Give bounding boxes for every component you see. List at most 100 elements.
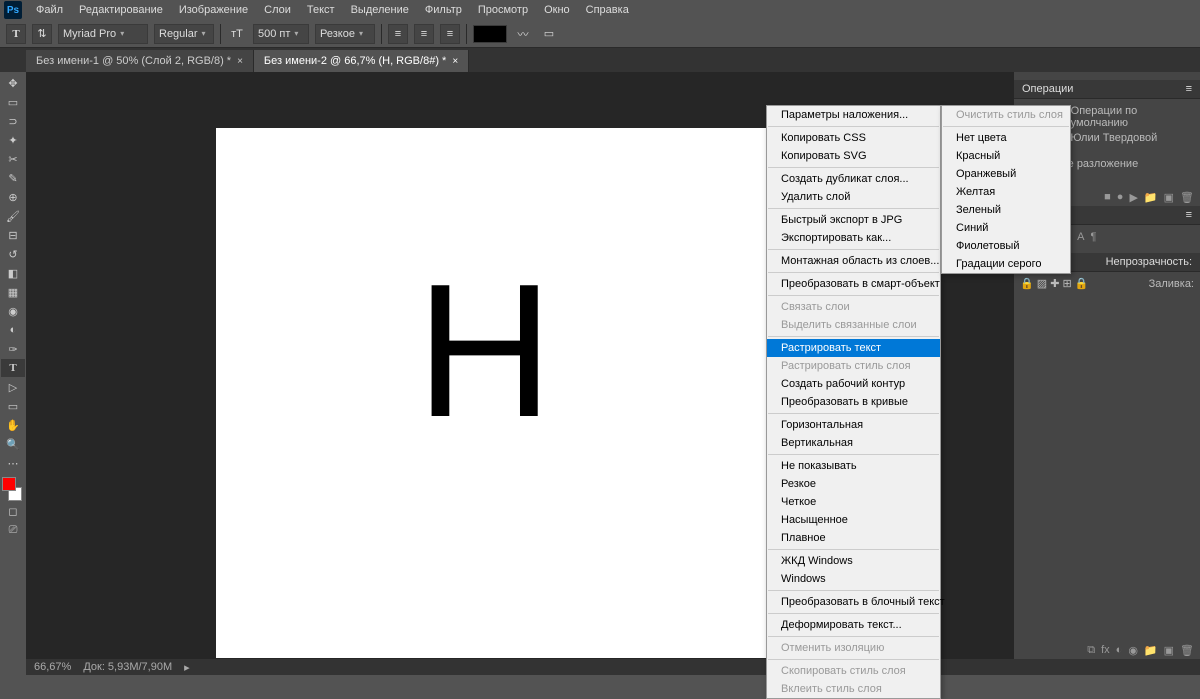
- close-tab-icon[interactable]: ×: [452, 56, 458, 67]
- menu-слои[interactable]: Слои: [256, 2, 299, 18]
- menu-редактирование[interactable]: Редактирование: [71, 2, 171, 18]
- context-menu-item[interactable]: Красный: [942, 147, 1070, 165]
- menu-файл[interactable]: Файл: [28, 2, 71, 18]
- context-menu-item[interactable]: Фиолетовый: [942, 237, 1070, 255]
- delete-icon[interactable]: 🗑: [1180, 644, 1194, 657]
- type-tool[interactable]: T: [1, 359, 25, 377]
- close-tab-icon[interactable]: ×: [237, 56, 243, 67]
- dodge-tool[interactable]: ◐: [1, 321, 25, 339]
- stop-icon[interactable]: ■: [1104, 191, 1111, 204]
- context-menu-item[interactable]: Деформировать текст...: [767, 616, 940, 634]
- eraser-tool[interactable]: ◧: [1, 264, 25, 282]
- context-menu-item[interactable]: Насыщенное: [767, 511, 940, 529]
- align-left-button[interactable]: ≡: [388, 24, 408, 44]
- new-layer-icon[interactable]: ▣: [1164, 644, 1174, 657]
- lasso-tool[interactable]: ⊃: [1, 112, 25, 130]
- document-canvas[interactable]: H: [216, 128, 786, 658]
- character-panel-icon[interactable]: ▭: [539, 24, 559, 44]
- zoom-level[interactable]: 66,67%: [34, 661, 71, 673]
- context-menu-item[interactable]: Удалить слой: [767, 188, 940, 206]
- stamp-tool[interactable]: ⊟: [1, 226, 25, 244]
- context-menu-item[interactable]: Градации серого: [942, 255, 1070, 273]
- context-menu-item[interactable]: Растрировать текст: [767, 339, 940, 357]
- menu-выделение[interactable]: Выделение: [343, 2, 417, 18]
- menu-окно[interactable]: Окно: [536, 2, 578, 18]
- quickmask-icon[interactable]: ◻: [1, 502, 25, 520]
- move-tool[interactable]: ✥: [1, 74, 25, 92]
- crop-tool[interactable]: ✂: [1, 150, 25, 168]
- context-menu-item[interactable]: Монтажная область из слоев...: [767, 252, 940, 270]
- foreground-color[interactable]: [2, 477, 16, 491]
- zoom-tool[interactable]: 🔍: [1, 435, 25, 453]
- new-icon[interactable]: ▣: [1164, 191, 1174, 204]
- menu-текст[interactable]: Текст: [299, 2, 343, 18]
- context-menu-item[interactable]: Плавное: [767, 529, 940, 547]
- gradient-tool[interactable]: ▦: [1, 283, 25, 301]
- path-select-tool[interactable]: ▷: [1, 378, 25, 396]
- actions-panel-tab[interactable]: Операции≡: [1014, 80, 1200, 99]
- fx-icon[interactable]: fx: [1101, 644, 1110, 657]
- warp-text-icon[interactable]: 〰: [513, 24, 533, 44]
- context-menu-item[interactable]: Экспортировать как...: [767, 229, 940, 247]
- context-menu-item[interactable]: Преобразовать в блочный текст: [767, 593, 940, 611]
- context-menu-item[interactable]: Вертикальная: [767, 434, 940, 452]
- context-menu-item[interactable]: Создать рабочий контур: [767, 375, 940, 393]
- mask-icon[interactable]: ◐: [1116, 644, 1123, 657]
- hand-tool[interactable]: ✋: [1, 416, 25, 434]
- eyedropper-tool[interactable]: ✎: [1, 169, 25, 187]
- play-icon[interactable]: ▶: [1129, 191, 1137, 204]
- context-menu-item[interactable]: Четкое: [767, 493, 940, 511]
- menu-просмотр[interactable]: Просмотр: [470, 2, 536, 18]
- history-brush-tool[interactable]: ↺: [1, 245, 25, 263]
- trash-icon[interactable]: 🗑: [1180, 191, 1194, 204]
- context-menu-item[interactable]: Быстрый экспорт в JPG: [767, 211, 940, 229]
- screenmode-icon[interactable]: ⎚: [1, 521, 25, 539]
- link-icon[interactable]: ⧉: [1087, 644, 1095, 657]
- text-layer-content[interactable]: H: [416, 256, 553, 446]
- context-menu-item[interactable]: Создать дубликат слоя...: [767, 170, 940, 188]
- context-menu-item[interactable]: Зеленый: [942, 201, 1070, 219]
- context-menu-item[interactable]: Преобразовать в смарт-объект: [767, 275, 940, 293]
- heal-tool[interactable]: ⊕: [1, 188, 25, 206]
- font-style-dropdown[interactable]: Regular▾: [154, 24, 214, 44]
- antialias-dropdown[interactable]: Резкое▾: [315, 24, 375, 44]
- font-family-dropdown[interactable]: Myriad Pro▾: [58, 24, 148, 44]
- color-swatches[interactable]: [0, 477, 24, 501]
- brush-tool[interactable]: 🖌: [1, 207, 25, 225]
- align-center-button[interactable]: ≡: [414, 24, 434, 44]
- menu-фильтр[interactable]: Фильтр: [417, 2, 470, 18]
- adjustment-icon[interactable]: ◉: [1128, 644, 1138, 657]
- context-menu-item[interactable]: Преобразовать в кривые: [767, 393, 940, 411]
- text-orientation-icon[interactable]: ⇅: [32, 24, 52, 44]
- document-tab-bar: Без имени-1 @ 50% (Слой 2, RGB/8) *×Без …: [0, 48, 1200, 72]
- context-menu-item[interactable]: Не показывать: [767, 457, 940, 475]
- context-menu-item[interactable]: Параметры наложения...: [767, 106, 940, 124]
- group-icon[interactable]: 📁: [1144, 644, 1158, 657]
- record-icon[interactable]: ●: [1117, 191, 1124, 204]
- context-menu-item[interactable]: Синий: [942, 219, 1070, 237]
- edit-toolbar[interactable]: ⋯: [1, 454, 25, 472]
- pen-tool[interactable]: ✑: [1, 340, 25, 358]
- menu-справка[interactable]: Справка: [578, 2, 637, 18]
- align-right-button[interactable]: ≡: [440, 24, 460, 44]
- text-color-swatch[interactable]: [473, 25, 507, 43]
- type-tool-icon: T: [6, 24, 26, 44]
- context-menu-item[interactable]: Горизонтальная: [767, 416, 940, 434]
- context-menu-item[interactable]: Копировать SVG: [767, 147, 940, 165]
- blur-tool[interactable]: ◉: [1, 302, 25, 320]
- context-menu-item[interactable]: ЖКД Windows: [767, 552, 940, 570]
- context-menu-item[interactable]: Нет цвета: [942, 129, 1070, 147]
- context-menu-item[interactable]: Желтая: [942, 183, 1070, 201]
- shape-tool[interactable]: ▭: [1, 397, 25, 415]
- context-menu-item[interactable]: Резкое: [767, 475, 940, 493]
- menu-изображение[interactable]: Изображение: [171, 2, 256, 18]
- wand-tool[interactable]: ✦: [1, 131, 25, 149]
- document-tab[interactable]: Без имени-1 @ 50% (Слой 2, RGB/8) *×: [26, 50, 254, 72]
- font-size-dropdown[interactable]: 500 пт▾: [253, 24, 309, 44]
- document-tab[interactable]: Без имени-2 @ 66,7% (H, RGB/8#) *×: [254, 50, 469, 72]
- context-menu-item[interactable]: Windows: [767, 570, 940, 588]
- context-menu-item[interactable]: Копировать CSS: [767, 129, 940, 147]
- context-menu-item[interactable]: Оранжевый: [942, 165, 1070, 183]
- folder-icon[interactable]: 📁: [1144, 191, 1158, 204]
- marquee-tool[interactable]: ▭: [1, 93, 25, 111]
